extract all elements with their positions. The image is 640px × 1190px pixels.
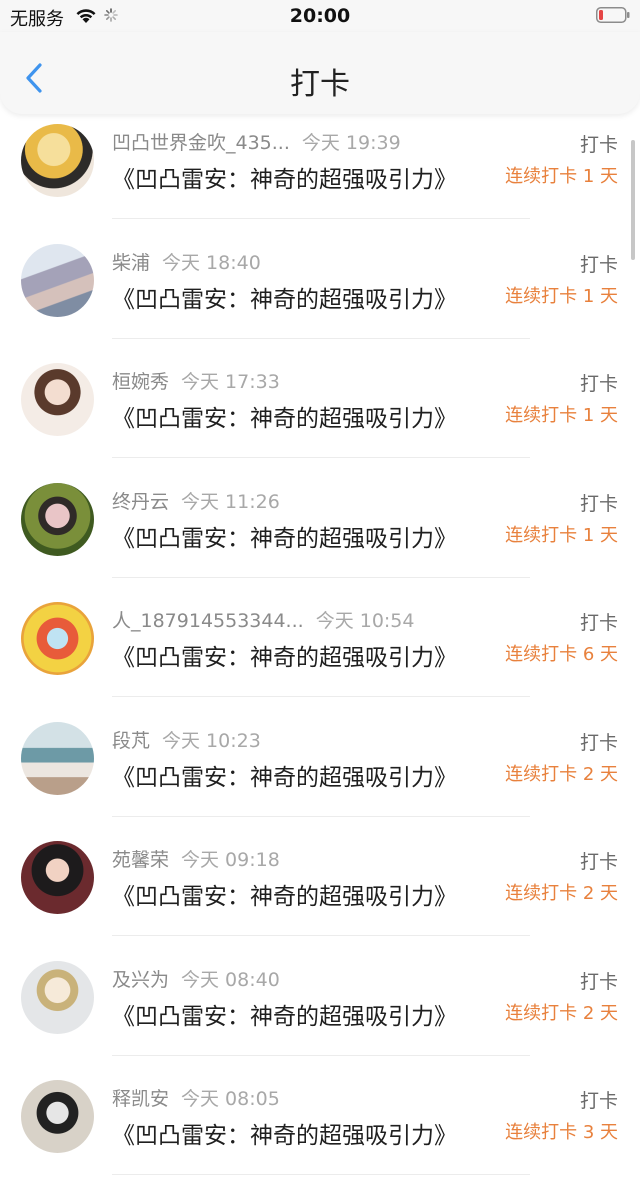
divider [112,1174,530,1175]
avatar[interactable] [21,960,94,1034]
checkin-time: 今天 10:23 [162,729,261,752]
list-item[interactable]: 段芃 今天 10:23 《凹凸雷安：神奇的超强吸引力》 打卡 连续打卡 2 天 [0,712,640,832]
streak-label: 连续打卡 2 天 [505,883,618,904]
divider [112,457,530,458]
user-name: 柴浦 今天 18:40 [112,251,261,274]
divider [112,815,530,817]
book-title: 《凹凸雷安：神奇的超强吸引力》 [112,525,457,552]
list-item[interactable]: 柴浦 今天 18:40 《凹凸雷安：神奇的超强吸引力》 打卡 连续打卡 1 天 [0,234,640,354]
user-name: 段芃 今天 10:23 [112,729,261,752]
list-item[interactable]: 苑馨荣 今天 09:18 《凹凸雷安：神奇的超强吸引力》 打卡 连续打卡 2 天 [0,831,640,951]
checkin-time: 今天 08:05 [181,1088,280,1110]
checkin-action-label: 打卡 [579,253,618,276]
avatar[interactable] [21,841,94,914]
checkin-time: 今天 19:39 [301,132,401,154]
list-item[interactable]: 释凯安 今天 08:05 《凹凸雷安：神奇的超强吸引力》 打卡 连续打卡 3 天 [0,1070,640,1190]
checkin-action-label: 打卡 [579,731,618,754]
book-title: 《凹凸雷安：神奇的超强吸引力》 [112,645,457,671]
streak-label: 连续打卡 2 天 [505,1002,618,1024]
user-name: 桓婉秀 今天 17:33 [112,371,280,393]
avatar[interactable] [21,363,94,436]
avatar[interactable] [21,1080,94,1153]
streak-label: 连续打卡 1 天 [505,285,618,307]
checkin-time: 今天 09:18 [181,849,280,871]
user-name: 终丹云 今天 11:26 [112,490,280,513]
book-title: 《凹凸雷安：神奇的超强吸引力》 [112,764,457,791]
checkin-time: 今天 11:26 [181,490,280,513]
avatar[interactable] [21,243,94,317]
checkin-action-label: 打卡 [579,134,618,156]
divider [112,935,530,936]
checkin-action-label: 打卡 [579,851,618,873]
checkin-action-label: 打卡 [579,1090,618,1112]
divider [112,696,530,697]
battery-low-icon [596,7,630,23]
checkin-action-label: 打卡 [579,373,618,395]
user-name: 及兴为 今天 08:40 [112,968,280,991]
list-item[interactable]: 人_187914553344... 今天 10:54 《凹凸雷安：神奇的超强吸引力… [0,592,640,712]
checkin-time: 今天 10:54 [315,610,415,632]
avatar[interactable] [21,602,94,675]
checkin-list: 凹凸世界金吹_435... 今天 19:39 《凹凸雷安：神奇的超强吸引力》 打卡… [0,114,640,1190]
checkin-action-label: 打卡 [579,492,618,515]
book-title: 《凹凸雷安：神奇的超强吸引力》 [112,286,457,313]
checkin-action-label: 打卡 [579,970,618,993]
list-item[interactable]: 及兴为 今天 08:40 《凹凸雷安：神奇的超强吸引力》 打卡 连续打卡 2 天 [0,951,640,1071]
divider [112,576,530,578]
streak-label: 连续打卡 1 天 [505,166,618,187]
streak-label: 连续打卡 2 天 [505,763,618,785]
streak-label: 连续打卡 1 天 [505,405,618,426]
list-item[interactable]: 终丹云 今天 11:26 《凹凸雷安：神奇的超强吸引力》 打卡 连续打卡 1 天 [0,473,640,593]
book-title: 《凹凸雷安：神奇的超强吸引力》 [112,1003,457,1030]
book-title: 《凹凸雷安：神奇的超强吸引力》 [112,167,457,193]
book-title: 《凹凸雷安：神奇的超强吸引力》 [112,1123,457,1149]
status-time: 20:00 [289,5,351,27]
checkin-time: 今天 08:40 [181,968,280,991]
streak-label: 连续打卡 1 天 [505,524,618,546]
user-name: 苑馨荣 今天 09:18 [112,849,280,871]
checkin-time: 今天 18:40 [162,251,261,274]
streak-label: 连续打卡 3 天 [505,1122,618,1143]
status-bar: 无服务 20:00 [0,0,640,32]
streak-label: 连续打卡 6 天 [505,644,618,665]
checkin-action-label: 打卡 [579,612,618,634]
divider [112,1054,530,1056]
checkin-time: 今天 17:33 [181,371,280,393]
divider [112,218,530,219]
book-title: 《凹凸雷安：神奇的超强吸引力》 [112,406,457,432]
book-title: 《凹凸雷安：神奇的超强吸引力》 [112,884,457,910]
avatar[interactable] [21,482,94,556]
divider [112,337,530,339]
avatar[interactable] [21,721,94,795]
avatar[interactable] [21,124,94,197]
user-name: 释凯安 今天 08:05 [112,1088,280,1110]
page-title: 打卡 [290,67,350,102]
list-item[interactable]: 凹凸世界金吹_435... 今天 19:39 《凹凸雷安：神奇的超强吸引力》 打卡… [0,114,640,234]
user-name: 凹凸世界金吹_435... 今天 19:39 [112,132,401,154]
navigation-bar: 打卡 [0,32,640,114]
list-item[interactable]: 桓婉秀 今天 17:33 《凹凸雷安：神奇的超强吸引力》 打卡 连续打卡 1 天 [0,353,640,473]
scrollbar[interactable] [631,140,635,260]
user-name: 人_187914553344... 今天 10:54 [112,610,415,632]
